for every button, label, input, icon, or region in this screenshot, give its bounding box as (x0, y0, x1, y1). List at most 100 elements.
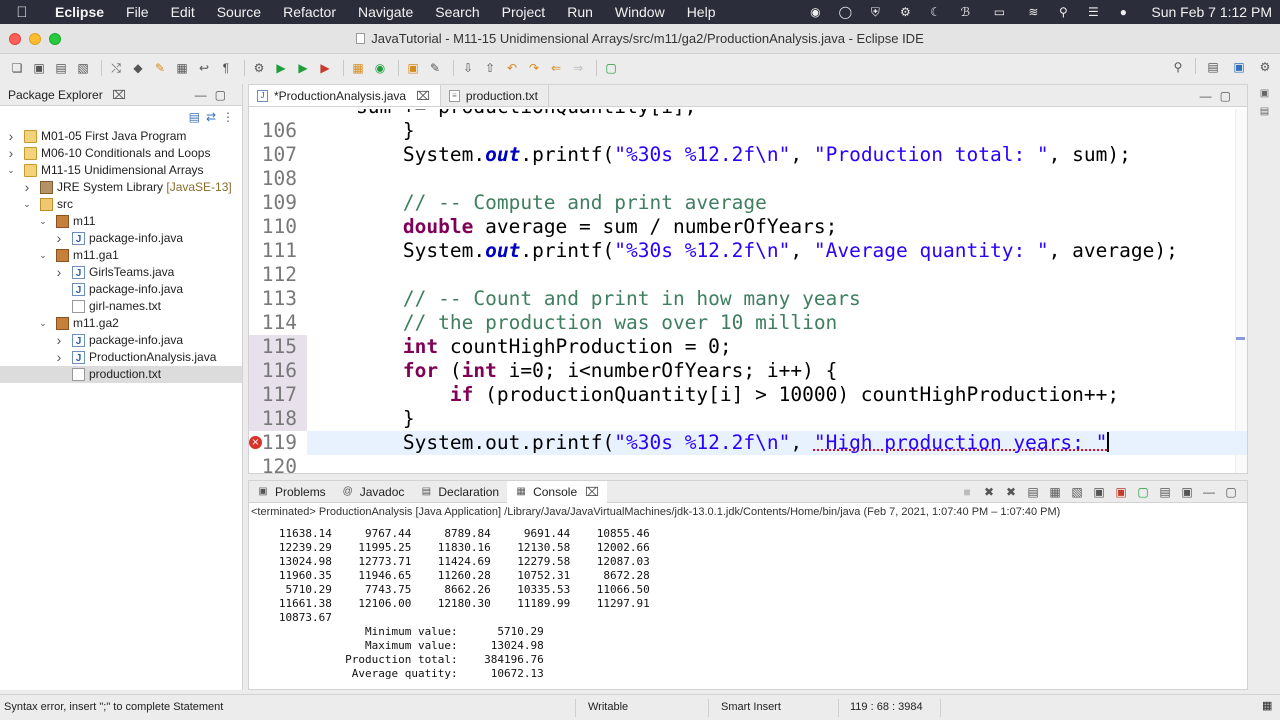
line-number[interactable]: 108 (249, 167, 307, 191)
coverage-icon[interactable]: ▶ (294, 59, 312, 77)
outline-icon[interactable]: ▤ (1256, 106, 1274, 120)
run-icon[interactable]: ▶ (272, 59, 290, 77)
chevron-right-icon[interactable]: › (22, 179, 32, 196)
save-icon[interactable]: ▣ (30, 59, 48, 77)
print-icon[interactable]: ▧ (74, 59, 92, 77)
new-java-project-icon[interactable]: ▦ (349, 59, 367, 77)
next-annotation-icon[interactable]: ⇩ (459, 59, 477, 77)
line-number[interactable]: 113 (249, 287, 307, 311)
pin-editor-icon[interactable]: ▢ (602, 59, 620, 77)
search-icon[interactable]: ⚲ (1169, 58, 1187, 76)
battery-icon[interactable]: ▭ (987, 5, 1011, 19)
view-window-controls[interactable]: —▢ (195, 88, 234, 102)
close-icon[interactable]: ⌧ (416, 89, 430, 103)
tree-item[interactable]: ⌄ src (0, 196, 242, 213)
record-icon[interactable]: ◉ (807, 5, 823, 19)
tree-item[interactable]: ⌄ m11 (0, 213, 242, 230)
code-editor[interactable]: sum += productionQuantity[i]; 106 }107 S… (249, 109, 1247, 473)
tree-item[interactable]: ⌄ m11.ga1 (0, 247, 242, 264)
chevron-right-icon[interactable]: › (54, 230, 64, 247)
progress-icon[interactable]: ▦ (1262, 699, 1272, 712)
tab-declaration[interactable]: ▤ Declaration (412, 481, 507, 503)
link-with-editor-icon[interactable]: ⇄ (206, 110, 216, 124)
open-perspective-icon[interactable]: ▤ (1204, 58, 1222, 76)
wifi-icon[interactable]: ≋ (1025, 5, 1041, 19)
line-number[interactable]: 106 (249, 119, 307, 143)
chevron-down-icon[interactable]: ⌄ (22, 196, 32, 213)
chevron-down-icon[interactable]: ⌄ (38, 315, 48, 332)
close-icon[interactable]: ⌧ (112, 88, 126, 102)
tree-item[interactable]: › JRE System Library [JavaSE-13] (0, 179, 242, 196)
app-menu[interactable]: Eclipse (44, 4, 115, 20)
tree-item[interactable]: › J ProductionAnalysis.java (0, 349, 242, 366)
menu-source[interactable]: Source (206, 4, 272, 20)
settings-icon[interactable]: ⚙ (897, 5, 913, 19)
apple-icon[interactable]:  (0, 4, 44, 21)
maximize-icon[interactable]: ▢ (1223, 484, 1239, 500)
external-tools-icon[interactable]: ▶ (316, 59, 334, 77)
menu-file[interactable]: File (115, 4, 160, 20)
tree-item[interactable]: › M01-05 First Java Program (0, 128, 242, 145)
line-number[interactable]: 112 (249, 263, 307, 287)
menubar-clock[interactable]: Sun Feb 7 1:12 PM (1145, 4, 1272, 20)
show-whitespace-icon[interactable]: ¶ (217, 59, 235, 77)
open-console-icon[interactable]: ▣ (1179, 484, 1195, 500)
minimize-icon[interactable]: — (1201, 484, 1217, 500)
tree-item[interactable]: › Jpackage-info.java (0, 230, 242, 247)
line-number[interactable]: 116 (249, 359, 307, 383)
open-folder-icon[interactable]: ▣ (404, 59, 422, 77)
tab-problems[interactable]: ▣ Problems (249, 481, 334, 503)
tree-item[interactable]: ⌄ m11.ga2 (0, 315, 242, 332)
eclipse-icon[interactable]: ◯ (837, 5, 853, 19)
last-edit-icon[interactable]: ↶ (503, 59, 521, 77)
show-on-output-icon[interactable]: ▣ (1091, 484, 1107, 500)
line-number[interactable]: 114 (249, 311, 307, 335)
display-console-icon[interactable]: ▤ (1157, 484, 1173, 500)
scroll-lock-icon[interactable]: ▦ (1047, 484, 1063, 500)
tree-item[interactable]: ⌄ M11-15 Unidimensional Arrays (0, 162, 242, 179)
save-all-icon[interactable]: ▤ (52, 59, 70, 77)
block-selection-icon[interactable]: ▦ (173, 59, 191, 77)
new-icon[interactable]: ❏ (8, 59, 26, 77)
tab-javadoc[interactable]: @ Javadoc (334, 481, 413, 503)
menu-project[interactable]: Project (491, 4, 557, 20)
back-icon[interactable]: ⇐ (547, 59, 565, 77)
remove-launch-icon[interactable]: ✖ (981, 484, 997, 500)
chevron-down-icon[interactable]: ⌄ (6, 162, 16, 179)
line-number[interactable]: 107 (249, 143, 307, 167)
chevron-right-icon[interactable]: › (54, 349, 64, 366)
new-java-class-icon[interactable]: ◉ (371, 59, 389, 77)
user-icon[interactable]: ● (1115, 5, 1131, 19)
search-tool-icon[interactable]: ✎ (426, 59, 444, 77)
line-number[interactable]: 109 (249, 191, 307, 215)
line-number[interactable]: 120 (249, 455, 307, 473)
close-icon[interactable]: ⌧ (585, 485, 599, 499)
tree-item[interactable]: girl-names.txt (0, 298, 242, 315)
clear-console-icon[interactable]: ▤ (1025, 484, 1041, 500)
tree-item[interactable]: Jpackage-info.java (0, 281, 242, 298)
line-number[interactable]: 110 (249, 215, 307, 239)
word-wrap-icon[interactable]: ▧ (1069, 484, 1085, 500)
line-number[interactable]: 118 (249, 407, 307, 431)
chevron-down-icon[interactable]: ⌄ (38, 213, 48, 230)
tree-item[interactable]: › Jpackage-info.java (0, 332, 242, 349)
skip-breakpoints-icon[interactable]: ⤭ (107, 59, 125, 77)
restore-icon[interactable]: ▣ (1256, 88, 1274, 102)
shield-icon[interactable]: ⛨ (867, 5, 883, 19)
menu-edit[interactable]: Edit (160, 4, 206, 20)
view-window-controls[interactable]: —▢ (1200, 89, 1239, 103)
chevron-right-icon[interactable]: › (6, 128, 16, 145)
java-perspective-icon[interactable]: ▣ (1230, 58, 1248, 76)
pin-console-icon[interactable]: ▢ (1135, 484, 1151, 500)
mark-occurrences-icon[interactable]: ✎ (151, 59, 169, 77)
forward-edit-icon[interactable]: ↷ (525, 59, 543, 77)
tab-console[interactable]: ▦ Console ⌧ (507, 480, 607, 503)
collapse-all-icon[interactable]: ▤ (189, 110, 200, 124)
debug-icon[interactable]: ⚙ (250, 59, 268, 77)
menu-refactor[interactable]: Refactor (272, 4, 347, 20)
view-menu-icon[interactable]: ⋮ (222, 110, 234, 124)
stop-icon[interactable]: ■ (959, 484, 975, 500)
console-output[interactable]: 11638.14 9767.44 8789.84 9691.44 10855.4… (249, 523, 1247, 691)
line-number[interactable]: 115 (249, 335, 307, 359)
error-marker-icon[interactable]: × (249, 436, 262, 449)
